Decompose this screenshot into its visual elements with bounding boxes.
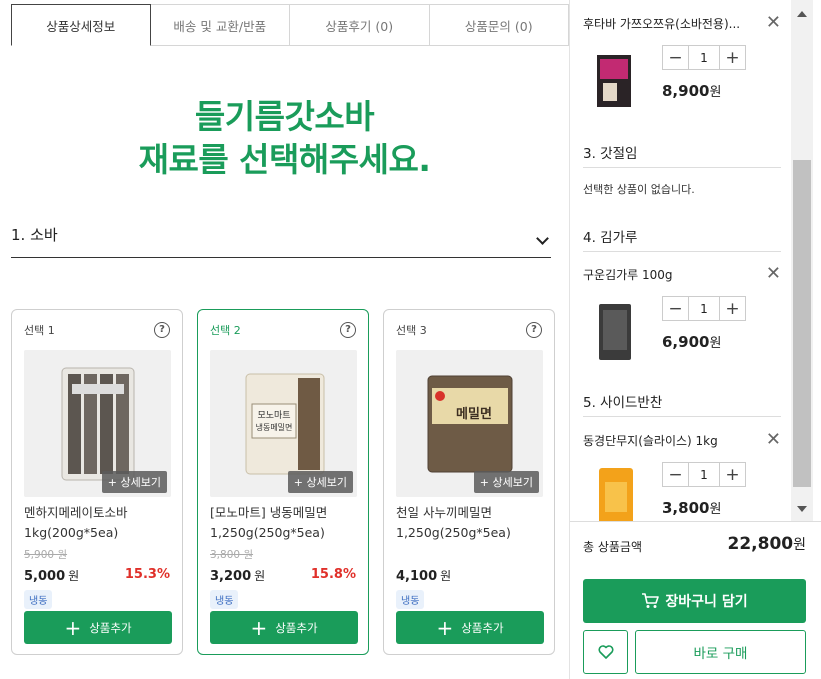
quantity-stepper: − 1 + [662,45,746,70]
product-card[interactable]: 선택 2 ? 모노마트 냉동메밀면 + 상세보기 [모노마트] 냉동메밀면 1,… [197,309,369,655]
headline-line-1: 들기름갓소바 [194,97,375,136]
sale-price: 5,000 원 [24,569,80,584]
total-summary: 총 상품금액 22,800원 [570,521,821,567]
svg-text:냉동메밀면: 냉동메밀면 [256,422,293,432]
add-product-button[interactable]: + 상품추가 [24,611,172,644]
sale-price: 4,100 원 [396,569,452,584]
option-label: 선택 2 [210,324,241,337]
total-amount: 22,800원 [727,534,807,554]
category-heading: 3. 갓절임 [583,142,781,168]
help-icon[interactable]: ? [340,322,356,338]
view-detail-button[interactable]: + 상세보기 [473,471,539,493]
selected-item-price: 6,900원 [662,333,722,351]
chevron-down-icon [536,232,549,245]
original-price: 5,900 원 [24,549,68,561]
quantity-minus-button[interactable]: − [663,46,688,69]
add-product-button[interactable]: + 상품추가 [210,611,358,644]
option-label: 선택 1 [24,324,55,337]
option-label: 선택 3 [396,324,427,337]
selected-item: 후타바 가쯔오쯔유(소바전용)... ✕ − 1 + 8,900원 [583,12,781,125]
frozen-badge: 냉동 [210,590,239,609]
frozen-badge: 냉동 [24,590,53,609]
section-dropdown[interactable]: 1. 소바 [11,220,551,258]
quantity-value[interactable]: 1 [688,463,720,486]
selected-item-thumbnail [583,462,657,521]
product-card[interactable]: 선택 3 ? 메밀면 + 상세보기 천일 사누끼메밀면 1,250g(250g*… [383,309,555,655]
quantity-minus-button[interactable]: − [663,297,688,320]
selected-item: 동경단무지(슬라이스) 1kg ✕ − 1 + 3,800원 [583,429,781,521]
page-headline: 들기름갓소바 재료를 선택해주세요. [0,95,569,181]
scroll-up-icon[interactable] [797,11,807,17]
help-icon[interactable]: ? [526,322,542,338]
selected-item-name: 동경단무지(슬라이스) 1kg [583,434,718,448]
quantity-stepper: − 1 + [662,296,746,321]
product-image[interactable]: 모노마트 냉동메밀면 + 상세보기 [210,350,357,497]
selected-item-name: 구운김가루 100g [583,268,673,282]
selected-item-price: 3,800원 [662,499,722,517]
remove-item-icon[interactable]: ✕ [766,429,781,450]
order-sidebar: 후타바 가쯔오쯔유(소바전용)... ✕ − 1 + 8,900원 3. 갓절임… [569,0,821,679]
product-image[interactable]: 메밀면 + 상세보기 [396,350,543,497]
section-label: 1. 소바 [11,226,58,244]
cart-icon [642,593,660,608]
frozen-badge: 냉동 [396,590,425,609]
selected-item-price: 8,900원 [662,82,722,100]
total-label: 총 상품금액 [583,540,643,554]
add-to-cart-label: 장바구니 담기 [665,594,748,610]
remove-item-icon[interactable]: ✕ [766,263,781,284]
quantity-value[interactable]: 1 [688,297,720,320]
add-to-cart-button[interactable]: 장바구니 담기 [583,579,806,623]
add-product-button[interactable]: + 상품추가 [396,611,544,644]
quantity-minus-button[interactable]: − [663,463,688,486]
empty-selection-text: 선택한 상품이 없습니다. [583,183,695,196]
product-card[interactable]: 선택 1 ? + 상세보기 멘하지메레이토소바 1kg(200g*5ea) 5,… [11,309,183,655]
selected-item-thumbnail [583,45,657,119]
wishlist-button[interactable] [583,630,628,674]
view-detail-button[interactable]: + 상세보기 [101,471,167,493]
tab-reviews[interactable]: 상품후기 (0) [290,4,430,46]
product-name[interactable]: [모노마트] 냉동메밀면 1,250g(250g*5ea) [210,503,360,543]
svg-text:모노마트: 모노마트 [257,410,290,421]
scroll-down-icon[interactable] [797,506,807,512]
selected-item: 구운김가루 100g ✕ − 1 + 6,900원 [583,263,781,376]
product-image[interactable]: + 상세보기 [24,350,171,497]
sale-price: 3,200 원 [210,569,266,584]
quantity-plus-button[interactable]: + [720,46,745,69]
product-name[interactable]: 천일 사누끼메밀면 1,250g(250g*5ea) [396,503,546,543]
selected-item-name: 후타바 가쯔오쯔유(소바전용)... [583,17,741,31]
selected-items-panel: 후타바 가쯔오쯔유(소바전용)... ✕ − 1 + 8,900원 3. 갓절임… [570,0,791,521]
remove-item-icon[interactable]: ✕ [766,12,781,33]
view-detail-button[interactable]: + 상세보기 [287,471,353,493]
category-heading: 5. 사이드반찬 [583,391,781,417]
original-price: 3,800 원 [210,549,254,561]
scrollbar-thumb[interactable] [793,160,811,487]
plus-icon: + [64,615,82,640]
sidebar-scrollbar[interactable] [791,0,813,521]
heart-icon [597,645,614,659]
product-detail-main: 상품상세정보 배송 및 교환/반품 상품후기 (0) 상품문의 (0) 들기름갓… [0,0,569,679]
plus-icon: + [250,615,268,640]
tab-inquiries[interactable]: 상품문의 (0) [429,4,569,46]
quantity-value[interactable]: 1 [688,46,720,69]
detail-tabs: 상품상세정보 배송 및 교환/반품 상품후기 (0) 상품문의 (0) [11,4,569,46]
tab-shipping-returns[interactable]: 배송 및 교환/반품 [150,4,290,46]
selected-item-thumbnail [583,296,657,370]
plus-icon: + [436,615,454,640]
product-name[interactable]: 멘하지메레이토소바 1kg(200g*5ea) [24,503,174,543]
tab-product-info[interactable]: 상품상세정보 [11,4,151,46]
discount-rate: 15.3% [124,567,170,582]
help-icon[interactable]: ? [154,322,170,338]
svg-text:메밀면: 메밀면 [456,406,492,422]
quantity-plus-button[interactable]: + [720,297,745,320]
quantity-plus-button[interactable]: + [720,463,745,486]
headline-line-2: 재료를 선택해주세요. [138,140,431,179]
discount-rate: 15.8% [310,567,356,582]
category-heading: 4. 김가루 [583,226,781,252]
quantity-stepper: − 1 + [662,462,746,487]
buy-now-button[interactable]: 바로 구매 [635,630,806,674]
